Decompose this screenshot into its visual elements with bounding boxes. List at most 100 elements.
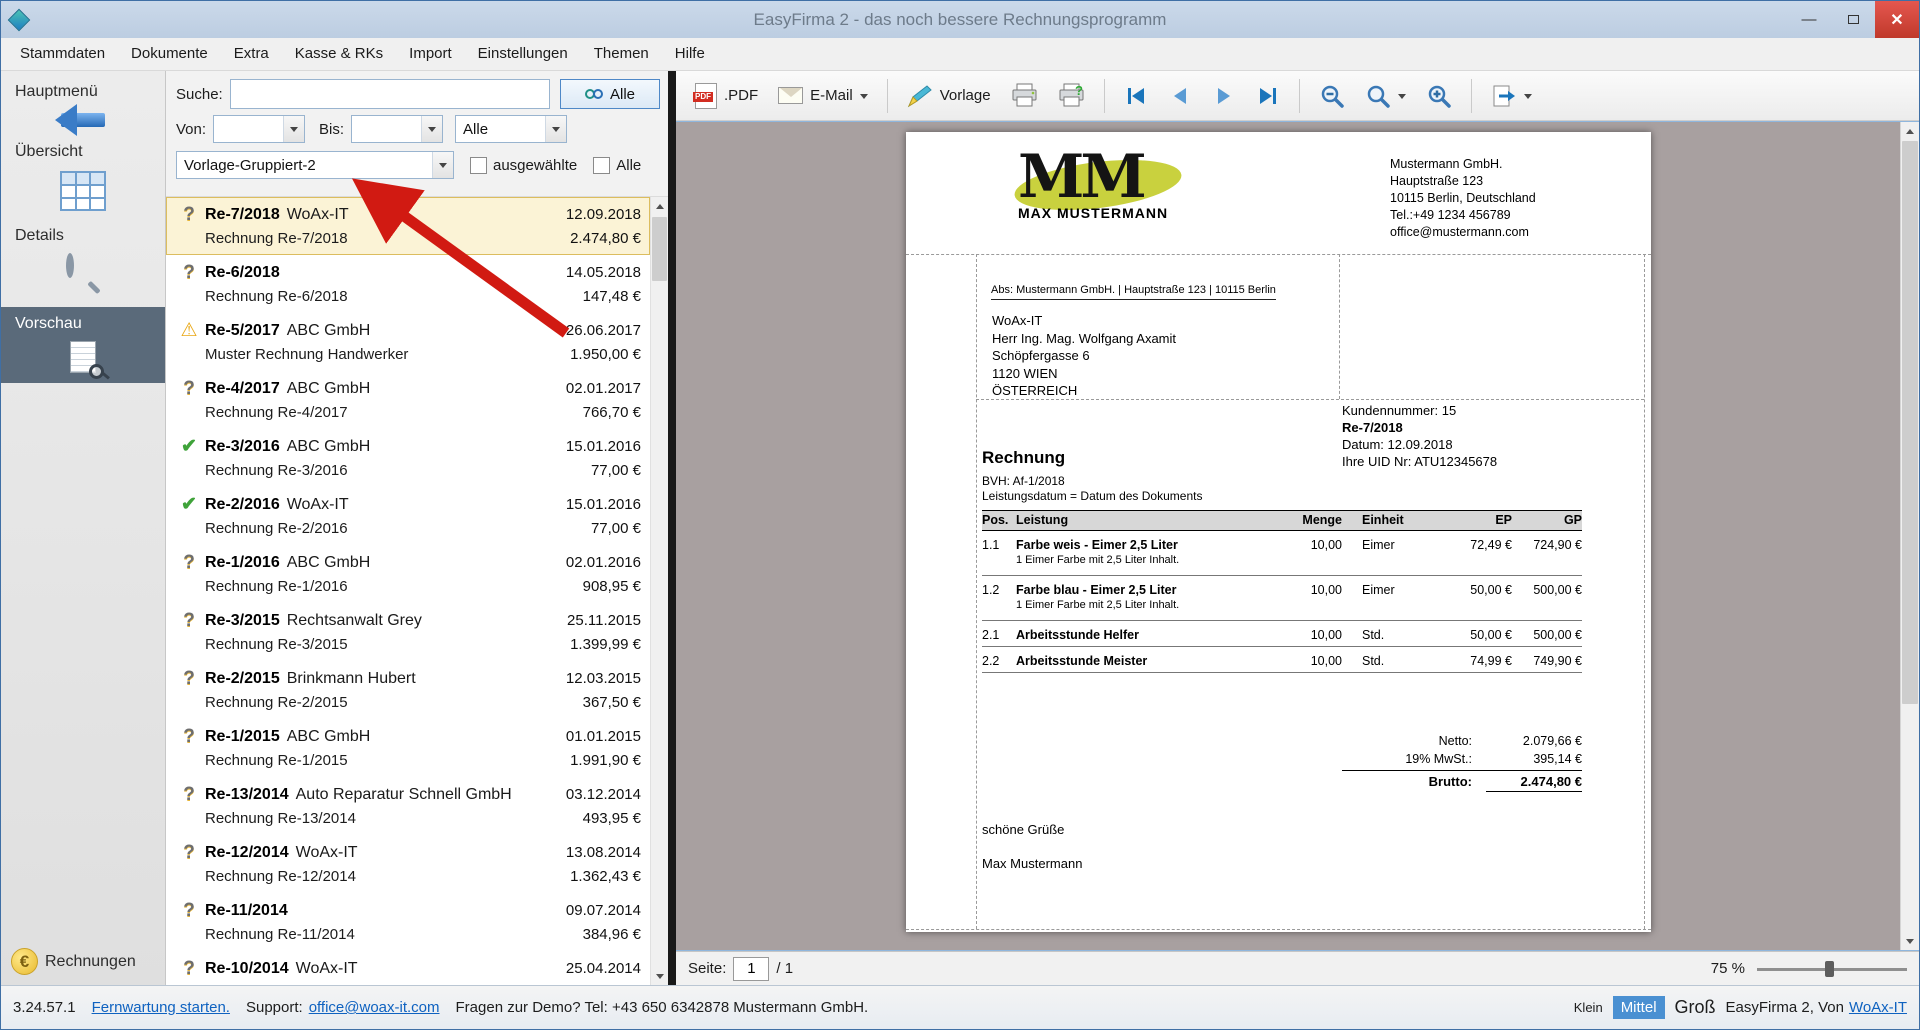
- list-scrollbar[interactable]: [650, 197, 668, 985]
- scrollbar-thumb[interactable]: [1902, 141, 1918, 705]
- maximize-button[interactable]: [1831, 1, 1875, 38]
- bis-date-combobox[interactable]: [351, 115, 444, 143]
- statusbar: 3.24.57.1 Fernwartung starten. Support: …: [1, 985, 1919, 1029]
- zoom-slider-thumb[interactable]: [1824, 960, 1834, 977]
- email-icon: [778, 87, 804, 104]
- chevron-down-icon[interactable]: [283, 116, 305, 142]
- next-page-button[interactable]: [1203, 79, 1245, 113]
- sidebar-item-vorschau[interactable]: Vorschau: [1, 307, 165, 383]
- invoice-customer: ABC GmbH: [286, 554, 371, 571]
- invoice-list-item[interactable]: Re-3/2016 ABC GmbH Rechnung Re-3/2016 15…: [166, 429, 650, 487]
- font-size-small-button[interactable]: Klein: [1574, 1000, 1603, 1015]
- invoice-list-item[interactable]: Re-13/2014 Auto Reparatur Schnell GmbH R…: [166, 777, 650, 835]
- invoice-list-item[interactable]: Re-4/2017 ABC GmbH Rechnung Re-4/2017 02…: [166, 371, 650, 429]
- invoice-customer: WoAx-IT: [286, 496, 349, 513]
- invoice-ref: Re-12/2014: [205, 844, 289, 861]
- invoice-list-item[interactable]: Re-12/2014 WoAx-IT Rechnung Re-12/2014 1…: [166, 835, 650, 893]
- menu-item[interactable]: Kasse & RKs: [282, 38, 396, 70]
- chevron-down-icon[interactable]: [432, 152, 453, 178]
- menu-item[interactable]: Import: [396, 38, 465, 70]
- line-item: 2.1 Arbeitsstunde Helfer 10,00 Std. 50,0…: [982, 621, 1582, 647]
- chevron-down-icon[interactable]: [421, 116, 443, 142]
- invoice-status-icon: [173, 840, 205, 892]
- print-options-button[interactable]: ?: [1049, 76, 1094, 115]
- sidebar-item-rechnungen[interactable]: € Rechnungen: [11, 948, 136, 975]
- minimize-button[interactable]: —: [1787, 1, 1831, 38]
- invoice-list-item[interactable]: Re-3/2015 Rechtsanwalt Grey Rechnung Re-…: [166, 603, 650, 661]
- font-size-large-button[interactable]: Groß: [1675, 997, 1716, 1018]
- sidebar-item-details[interactable]: Details: [1, 215, 165, 295]
- invoice-list-item[interactable]: Re-6/2018 Rechnung Re-6/2018 14.05.2018 …: [166, 255, 650, 313]
- page-number-input[interactable]: [733, 956, 770, 981]
- preview-scrollbar[interactable]: [1900, 122, 1919, 950]
- close-button[interactable]: ✕: [1875, 1, 1919, 38]
- toolbar-separator: [1470, 78, 1472, 113]
- menu-item[interactable]: Extra: [221, 38, 282, 70]
- invoice-date: 15.01.2016: [565, 438, 641, 455]
- company-logo: MM MAX MUSTERMANN: [1011, 146, 1198, 221]
- previous-page-button[interactable]: [1159, 79, 1201, 113]
- invoice-subtitle: Rechnung Re-2/2015: [205, 694, 348, 711]
- item-description: 1 Eimer Farbe mit 2,5 Liter Inhalt.: [1016, 554, 1180, 566]
- pdf-export-button[interactable]: PDF .PDF: [686, 76, 767, 116]
- zoom-in-button[interactable]: [1417, 76, 1461, 116]
- invoice-subtitle: Rechnung Re-13/2014: [205, 810, 356, 827]
- alle-checkbox[interactable]: [593, 156, 611, 174]
- item-pos: 2.1: [982, 628, 1000, 642]
- fernwartung-link[interactable]: Fernwartung starten.: [92, 999, 230, 1016]
- print-button[interactable]: [1002, 76, 1047, 115]
- scroll-down-button[interactable]: [651, 968, 668, 985]
- scroll-up-button[interactable]: [651, 197, 668, 214]
- invoice-list-item[interactable]: Re-5/2017 ABC GmbH Muster Rechnung Handw…: [166, 313, 650, 371]
- invoice-amount: 1.950,00 €: [570, 346, 641, 363]
- invoice-ref: Re-6/2018: [205, 264, 280, 281]
- template-combobox[interactable]: Vorlage-Gruppiert-2: [176, 151, 454, 179]
- invoice-list-item[interactable]: Re-1/2015 ABC GmbH Rechnung Re-1/2015 01…: [166, 719, 650, 777]
- scrollbar-thumb[interactable]: [652, 217, 667, 281]
- menu-item[interactable]: Themen: [581, 38, 662, 70]
- von-date-combobox[interactable]: [213, 115, 306, 143]
- chevron-down-icon[interactable]: [545, 116, 567, 142]
- sidebar-item-uebersicht[interactable]: Übersicht: [1, 131, 165, 211]
- scroll-up-button[interactable]: [1901, 122, 1919, 139]
- invoice-list-item[interactable]: Re-1/2016 ABC GmbH Rechnung Re-1/2016 02…: [166, 545, 650, 603]
- alle-filter-button[interactable]: Alle: [560, 79, 660, 109]
- menu-item[interactable]: Hilfe: [662, 38, 718, 70]
- zoom-slider[interactable]: [1757, 960, 1907, 978]
- totals-value: 2.079,66 €: [1522, 734, 1582, 748]
- invoice-list-item[interactable]: Re-2/2016 WoAx-IT Rechnung Re-2/2016 15.…: [166, 487, 650, 545]
- invoice-list-item[interactable]: Re-10/2014 WoAx-IT Beispiel Rechnung 25.…: [166, 951, 650, 985]
- invoice-panel: Suche: Alle Von: Bis: Alle Vorlage-Grupp…: [166, 71, 668, 985]
- invoice-list-item[interactable]: Re-2/2015 Brinkmann Hubert Rechnung Re-2…: [166, 661, 650, 719]
- last-page-button[interactable]: [1247, 79, 1289, 113]
- export-button[interactable]: [1482, 77, 1541, 115]
- status-combobox[interactable]: Alle: [455, 115, 568, 143]
- invoice-amount: 77,00 €: [590, 520, 641, 537]
- brand-link[interactable]: WoAx-IT: [1849, 999, 1907, 1016]
- email-button[interactable]: E-Mail: [769, 80, 877, 111]
- fold-guide: [906, 929, 1651, 930]
- col-gp: GP: [1563, 513, 1582, 527]
- invoice-amount: 766,70 €: [582, 404, 641, 421]
- invoice-list-item[interactable]: Re-11/2014 Rechnung Re-11/2014 09.07.201…: [166, 893, 650, 951]
- menu-item[interactable]: Einstellungen: [465, 38, 581, 70]
- menu-item[interactable]: Dokumente: [118, 38, 221, 70]
- col-leistung: Leistung: [1016, 513, 1069, 527]
- sidebar-item-hauptmenu[interactable]: Hauptmenü: [1, 71, 165, 136]
- panel-splitter[interactable]: [668, 71, 676, 985]
- font-size-medium-button[interactable]: Mittel: [1612, 996, 1665, 1019]
- ausgewaehlte-checkbox[interactable]: [470, 156, 487, 174]
- margin-guide: [976, 254, 977, 929]
- invoice-amount: 12.003,16 €: [562, 981, 641, 985]
- menu-item[interactable]: Stammdaten: [7, 38, 118, 70]
- main-area: Hauptmenü Übersicht Details Vorschau € R…: [1, 71, 1919, 985]
- search-input[interactable]: [229, 79, 550, 109]
- item-menge: 10,00: [1310, 628, 1342, 642]
- invoice-list-item[interactable]: Re-7/2018 WoAx-IT Rechnung Re-7/2018 12.…: [166, 197, 650, 255]
- vorlage-button[interactable]: Vorlage: [898, 77, 1000, 115]
- zoom-level-button[interactable]: [1356, 76, 1415, 116]
- zoom-out-button[interactable]: [1310, 76, 1354, 116]
- support-email-link[interactable]: office@woax-it.com: [309, 999, 440, 1016]
- first-page-button[interactable]: [1115, 79, 1157, 113]
- scroll-down-button[interactable]: [1901, 933, 1919, 950]
